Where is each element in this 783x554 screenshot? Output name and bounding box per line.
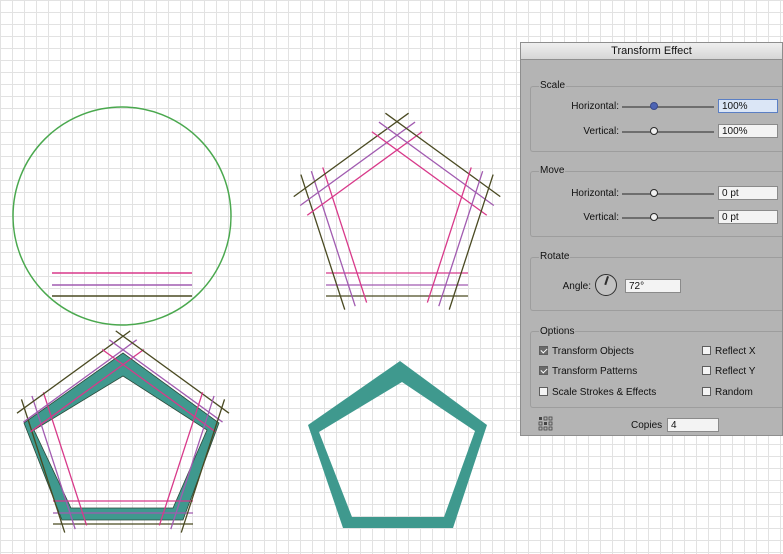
transform-patterns-label: Transform Patterns bbox=[552, 366, 638, 377]
options-section-label: Options bbox=[539, 326, 576, 337]
scale-horizontal-slider-thumb[interactable] bbox=[650, 102, 658, 110]
line-copy-0 bbox=[53, 500, 193, 525]
move-section-label: Move bbox=[539, 165, 566, 176]
angle-dial-hand bbox=[604, 275, 609, 285]
transform-objects-label: Transform Objects bbox=[552, 346, 634, 357]
purple-line bbox=[378, 121, 495, 207]
scale-horizontal-slider[interactable] bbox=[622, 106, 714, 108]
move-vertical-label: Vertical: bbox=[583, 212, 619, 223]
move-vertical-slider[interactable] bbox=[622, 217, 714, 219]
green-circle[interactable] bbox=[12, 106, 232, 326]
move-vertical-field[interactable]: 0 pt bbox=[718, 210, 778, 224]
scale-vertical-slider-thumb[interactable] bbox=[650, 127, 658, 135]
angle-label: Angle: bbox=[562, 281, 591, 292]
random-box[interactable] bbox=[702, 387, 711, 396]
reflect-y-checkbox[interactable]: Reflect Y bbox=[702, 366, 755, 380]
scale-horizontal-row: Horizontal: 100% bbox=[521, 99, 778, 115]
random-label: Random bbox=[715, 387, 753, 398]
line-copy-3 bbox=[371, 112, 501, 216]
line-copy-0 bbox=[326, 272, 468, 297]
scale-vertical-field[interactable]: 100% bbox=[718, 124, 778, 138]
scale-strokes-checkbox[interactable]: Scale Strokes & Effects bbox=[539, 387, 656, 401]
line-copy-2 bbox=[293, 112, 423, 216]
rotate-section-label: Rotate bbox=[539, 251, 571, 262]
move-vertical-row: Vertical: 0 pt bbox=[521, 210, 778, 226]
reflect-x-checkbox[interactable]: Reflect X bbox=[702, 346, 756, 360]
move-horizontal-row: Horizontal: 0 pt bbox=[521, 186, 778, 202]
copies-label: Copies bbox=[631, 420, 663, 431]
transform-patterns-box[interactable] bbox=[539, 366, 548, 375]
move-horizontal-slider[interactable] bbox=[622, 193, 714, 195]
final-teal-pentagon[interactable] bbox=[308, 361, 487, 528]
purple-line bbox=[438, 170, 484, 307]
scale-section-label: Scale bbox=[539, 80, 567, 91]
scale-horizontal-label: Horizontal: bbox=[571, 101, 619, 112]
reference-point-grid-icon[interactable] bbox=[538, 416, 554, 432]
move-vertical-slider-thumb[interactable] bbox=[650, 213, 658, 221]
scale-group bbox=[530, 86, 782, 152]
angle-field[interactable]: 72° bbox=[625, 279, 681, 293]
reflect-y-label: Reflect Y bbox=[715, 366, 756, 377]
scale-vertical-row: Vertical: 100% bbox=[521, 124, 778, 140]
random-checkbox[interactable]: Random bbox=[702, 387, 753, 401]
purple-line bbox=[299, 121, 416, 207]
panel-title: Transform Effect bbox=[521, 43, 782, 60]
line-copy-4 bbox=[426, 167, 494, 310]
olive-line bbox=[300, 174, 346, 310]
move-horizontal-label: Horizontal: bbox=[571, 188, 619, 199]
teal-pentagon-fill[interactable] bbox=[23, 352, 220, 521]
circle-artwork[interactable] bbox=[12, 106, 232, 326]
copies-field[interactable]: 4 bbox=[667, 418, 719, 432]
transform-patterns-checkbox[interactable]: Transform Patterns bbox=[539, 366, 637, 380]
purple-line bbox=[108, 339, 223, 423]
transform-objects-checkbox[interactable]: Transform Objects bbox=[539, 346, 634, 360]
olive-line bbox=[448, 174, 494, 310]
rotated-lines-pentagon[interactable] bbox=[293, 112, 501, 310]
reflect-x-label: Reflect X bbox=[715, 346, 756, 357]
move-horizontal-field[interactable]: 0 pt bbox=[718, 186, 778, 200]
scale-vertical-label: Vertical: bbox=[583, 126, 619, 137]
scale-vertical-slider[interactable] bbox=[622, 131, 714, 133]
purple-line bbox=[23, 339, 138, 423]
move-group bbox=[530, 171, 782, 237]
transform-objects-box[interactable] bbox=[539, 346, 548, 355]
line-copy-1 bbox=[300, 167, 368, 310]
move-horizontal-slider-thumb[interactable] bbox=[650, 189, 658, 197]
purple-line bbox=[310, 170, 356, 307]
scale-strokes-label: Scale Strokes & Effects bbox=[552, 387, 657, 398]
angle-dial-icon[interactable] bbox=[595, 274, 617, 296]
scale-horizontal-field[interactable]: 100% bbox=[718, 99, 778, 113]
teal-pentagon-with-lines[interactable] bbox=[16, 330, 230, 533]
transform-effect-panel: Transform Effect Scale Horizontal: 100% … bbox=[520, 42, 783, 436]
scale-strokes-box[interactable] bbox=[539, 387, 548, 396]
reflect-x-box[interactable] bbox=[702, 346, 711, 355]
reflect-y-box[interactable] bbox=[702, 366, 711, 375]
